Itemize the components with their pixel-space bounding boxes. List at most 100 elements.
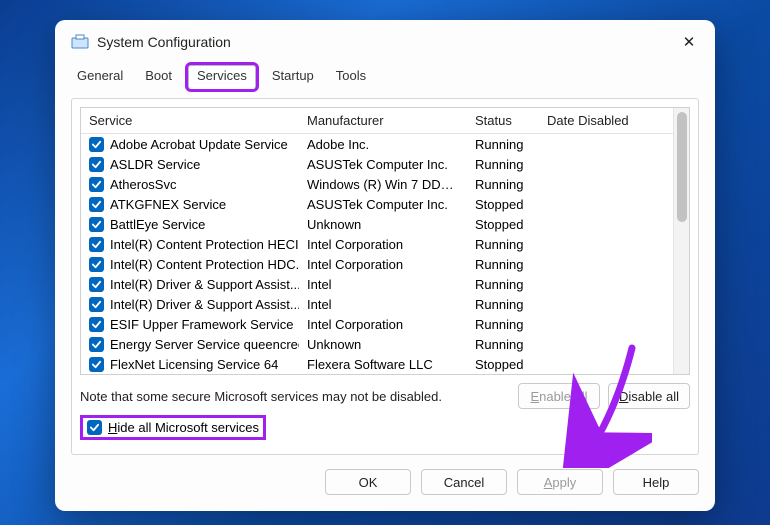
app-icon bbox=[71, 33, 89, 51]
table-row[interactable]: Intel(R) Content Protection HDC...Intel … bbox=[81, 254, 673, 274]
table-row[interactable]: BattlEye Service UnknownStopped bbox=[81, 214, 673, 234]
service-manufacturer: Intel Corporation bbox=[299, 234, 467, 254]
service-date-disabled bbox=[539, 174, 673, 194]
service-status: Running bbox=[467, 294, 539, 314]
tabstrip: General Boot Services Startup Tools bbox=[55, 64, 715, 92]
col-manufacturer[interactable]: Manufacturer bbox=[299, 108, 467, 134]
service-date-disabled bbox=[539, 194, 673, 214]
service-date-disabled bbox=[539, 314, 673, 334]
service-date-disabled bbox=[539, 154, 673, 174]
service-name: ESIF Upper Framework Service bbox=[110, 317, 294, 332]
service-status: Running bbox=[467, 134, 539, 155]
service-manufacturer: Unknown bbox=[299, 214, 467, 234]
service-name: BattlEye Service bbox=[110, 217, 205, 232]
scrollbar[interactable] bbox=[673, 108, 689, 374]
service-name: Intel(R) Content Protection HECI... bbox=[110, 237, 299, 252]
tab-startup[interactable]: Startup bbox=[266, 64, 320, 88]
table-row[interactable]: ASLDR Service ASUSTek Computer Inc.Runnin… bbox=[81, 154, 673, 174]
checkbox-icon[interactable] bbox=[89, 337, 104, 352]
note-text: Note that some secure Microsoft services… bbox=[80, 389, 442, 404]
checkbox-icon[interactable] bbox=[89, 177, 104, 192]
hide-ms-services-label: Hide all Microsoft services bbox=[108, 420, 259, 435]
service-date-disabled bbox=[539, 294, 673, 314]
checkbox-icon[interactable] bbox=[89, 157, 104, 172]
service-date-disabled bbox=[539, 234, 673, 254]
table-row[interactable]: Adobe Acrobat Update ServiceAdobe Inc.Ru… bbox=[81, 134, 673, 155]
hide-ms-services-checkbox[interactable]: Hide all Microsoft services bbox=[80, 415, 266, 440]
dialog-footer: OK Cancel Apply Help bbox=[55, 469, 715, 511]
col-date-disabled[interactable]: Date Disabled bbox=[539, 108, 673, 134]
service-name: Intel(R) Driver & Support Assist... bbox=[110, 297, 299, 312]
service-status: Stopped bbox=[467, 194, 539, 214]
cancel-button[interactable]: Cancel bbox=[421, 469, 507, 495]
table-row[interactable]: Intel(R) Driver & Support Assist...Intel… bbox=[81, 294, 673, 314]
service-status: Running bbox=[467, 334, 539, 354]
service-manufacturer: Intel bbox=[299, 294, 467, 314]
tab-services[interactable]: Services bbox=[188, 65, 256, 89]
service-manufacturer: Intel Corporation bbox=[299, 314, 467, 334]
service-name: AtherosSvc bbox=[110, 177, 176, 192]
close-button[interactable]: ✕ bbox=[673, 33, 705, 51]
service-manufacturer: Windows (R) Win 7 DDK p... bbox=[299, 174, 467, 194]
window-title: System Configuration bbox=[97, 34, 231, 50]
tab-boot[interactable]: Boot bbox=[139, 64, 178, 88]
checkmark-icon bbox=[87, 420, 102, 435]
services-tabpanel: Service Manufacturer Status Date Disable… bbox=[71, 98, 699, 455]
checkbox-icon[interactable] bbox=[89, 357, 104, 372]
table-row[interactable]: Intel(R) Content Protection HECI...Intel… bbox=[81, 234, 673, 254]
service-status: Running bbox=[467, 154, 539, 174]
ok-button[interactable]: OK bbox=[325, 469, 411, 495]
apply-button[interactable]: Apply bbox=[517, 469, 603, 495]
service-date-disabled bbox=[539, 274, 673, 294]
service-name: Energy Server Service queencreek bbox=[110, 337, 299, 352]
service-manufacturer: Flexera Software LLC bbox=[299, 354, 467, 374]
enable-all-button[interactable]: Enable all bbox=[518, 383, 600, 409]
service-name: Intel(R) Content Protection HDC... bbox=[110, 257, 299, 272]
table-row[interactable]: AtherosSvc Windows (R) Win 7 DDK p...Runn… bbox=[81, 174, 673, 194]
checkbox-icon[interactable] bbox=[89, 217, 104, 232]
table-row[interactable]: ATKGFNEX Service ASUSTek Computer Inc.Sto… bbox=[81, 194, 673, 214]
service-manufacturer: Unknown bbox=[299, 334, 467, 354]
checkbox-icon[interactable] bbox=[89, 137, 104, 152]
system-configuration-window: System Configuration ✕ General Boot Serv… bbox=[55, 20, 715, 511]
table-row[interactable]: Intel(R) Driver & Support Assist...Intel… bbox=[81, 274, 673, 294]
service-status: Running bbox=[467, 314, 539, 334]
col-service[interactable]: Service bbox=[81, 108, 299, 134]
table-row[interactable]: FlexNet Licensing Service 64 Flexera Soft… bbox=[81, 354, 673, 374]
checkbox-icon[interactable] bbox=[89, 297, 104, 312]
checkbox-icon[interactable] bbox=[89, 257, 104, 272]
service-status: Running bbox=[467, 174, 539, 194]
service-name: ASLDR Service bbox=[110, 157, 200, 172]
tab-tools[interactable]: Tools bbox=[330, 64, 372, 88]
service-manufacturer: ASUSTek Computer Inc. bbox=[299, 194, 467, 214]
titlebar: System Configuration ✕ bbox=[55, 20, 715, 64]
scrollbar-thumb[interactable] bbox=[677, 112, 687, 222]
service-manufacturer: Intel bbox=[299, 274, 467, 294]
table-row[interactable]: ESIF Upper Framework Service Intel Corpor… bbox=[81, 314, 673, 334]
service-date-disabled bbox=[539, 254, 673, 274]
help-button[interactable]: Help bbox=[613, 469, 699, 495]
table-row[interactable]: Energy Server Service queencreekUnknownR… bbox=[81, 334, 673, 354]
service-date-disabled bbox=[539, 214, 673, 234]
checkbox-icon[interactable] bbox=[89, 317, 104, 332]
services-list-area: Service Manufacturer Status Date Disable… bbox=[80, 107, 690, 375]
service-status: Running bbox=[467, 254, 539, 274]
service-name: ATKGFNEX Service bbox=[110, 197, 226, 212]
checkbox-icon[interactable] bbox=[89, 277, 104, 292]
service-status: Stopped bbox=[467, 214, 539, 234]
service-manufacturer: ASUSTek Computer Inc. bbox=[299, 154, 467, 174]
service-status: Stopped bbox=[467, 354, 539, 374]
col-status[interactable]: Status bbox=[467, 108, 539, 134]
checkbox-icon[interactable] bbox=[89, 237, 104, 252]
service-date-disabled bbox=[539, 354, 673, 374]
service-name: Intel(R) Driver & Support Assist... bbox=[110, 277, 299, 292]
service-date-disabled bbox=[539, 134, 673, 155]
service-name: Adobe Acrobat Update Service bbox=[110, 137, 288, 152]
service-manufacturer: Intel Corporation bbox=[299, 254, 467, 274]
service-name: FlexNet Licensing Service 64 bbox=[110, 357, 278, 372]
checkbox-icon[interactable] bbox=[89, 197, 104, 212]
service-status: Running bbox=[467, 274, 539, 294]
disable-all-button[interactable]: Disable all bbox=[608, 383, 690, 409]
service-date-disabled bbox=[539, 334, 673, 354]
tab-general[interactable]: General bbox=[71, 64, 129, 88]
